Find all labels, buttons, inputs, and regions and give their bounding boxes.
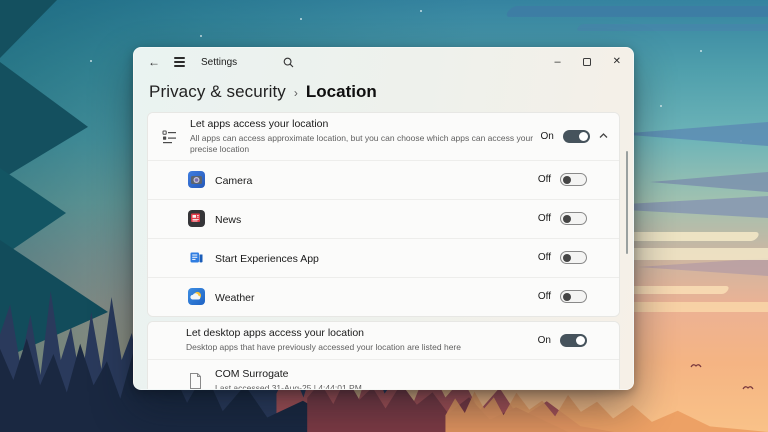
cloud-streak xyxy=(576,24,768,31)
maximize-button[interactable] xyxy=(583,58,591,66)
vertical-scrollbar[interactable] xyxy=(626,151,629,254)
page-title: Location xyxy=(306,82,377,102)
close-button[interactable]: ✕ xyxy=(613,57,621,67)
app-name: News xyxy=(215,214,241,226)
toggle-state-label: On xyxy=(540,131,553,142)
toggle-state-label: Off xyxy=(538,252,551,263)
chevron-up-icon[interactable] xyxy=(599,133,608,139)
setting-title: Let apps access your location xyxy=(190,118,540,132)
document-icon xyxy=(188,372,203,390)
app-name: Weather xyxy=(215,292,255,304)
let-apps-access-location-toggle[interactable] xyxy=(563,130,590,143)
settings-window: ← Settings – ✕ Privacy & security › Loca… xyxy=(133,47,634,390)
let-desktop-apps-access-location-row[interactable]: Let desktop apps access your location De… xyxy=(148,322,619,359)
toggle-state-label: Off xyxy=(538,291,551,302)
breadcrumb-privacy-security[interactable]: Privacy & security xyxy=(149,82,286,102)
breadcrumb-separator: › xyxy=(294,84,298,100)
app-title: Settings xyxy=(201,57,237,68)
let-apps-access-location-row[interactable]: Let apps access your location All apps c… xyxy=(148,113,619,160)
app-row-camera[interactable]: Camera Off xyxy=(148,160,619,199)
setting-title: Let desktop apps access your location xyxy=(186,327,461,341)
news-app-icon xyxy=(188,210,205,227)
camera-app-icon xyxy=(188,171,205,188)
star xyxy=(90,60,92,62)
search-icon[interactable] xyxy=(283,57,294,68)
titlebar: ← Settings – ✕ xyxy=(134,48,633,76)
app-row-start-experiences[interactable]: Start Experiences App Off xyxy=(148,238,619,277)
start-experiences-location-toggle[interactable] xyxy=(560,251,587,264)
app-row-news[interactable]: News Off xyxy=(148,199,619,238)
weather-location-toggle[interactable] xyxy=(560,290,587,303)
cloud-streak xyxy=(504,6,768,17)
minimize-button[interactable]: – xyxy=(554,57,560,68)
breadcrumb: Privacy & security › Location xyxy=(134,76,633,106)
start-experiences-app-icon xyxy=(188,249,205,266)
history-row-com-surrogate[interactable]: COM Surrogate Last accessed 31-Aug-25 | … xyxy=(148,359,619,390)
history-app-name: COM Surrogate xyxy=(215,368,362,382)
star xyxy=(700,50,702,52)
settings-content: Let apps access your location All apps c… xyxy=(134,106,633,390)
desktop-apps-location-toggle[interactable] xyxy=(560,334,587,347)
bird-icon xyxy=(742,384,754,390)
star xyxy=(300,18,302,20)
menu-icon[interactable] xyxy=(174,57,185,66)
bird-icon xyxy=(690,362,702,368)
location-apps-card: Let apps access your location All apps c… xyxy=(147,112,620,317)
history-last-accessed: Last accessed 31-Aug-25 | 4:44:01 PM xyxy=(215,383,362,390)
toggle-state-label: On xyxy=(538,335,551,346)
weather-app-icon xyxy=(188,288,205,305)
apps-list-icon xyxy=(161,128,178,145)
app-name: Camera xyxy=(215,175,252,187)
news-location-toggle[interactable] xyxy=(560,212,587,225)
desktop-apps-card: Let desktop apps access your location De… xyxy=(147,321,620,390)
toggle-state-label: Off xyxy=(538,174,551,185)
camera-location-toggle[interactable] xyxy=(560,173,587,186)
setting-description: Desktop apps that have previously access… xyxy=(186,342,461,353)
back-button[interactable]: ← xyxy=(148,56,160,68)
app-row-weather[interactable]: Weather Off xyxy=(148,277,619,316)
setting-description: All apps can access approximate location… xyxy=(190,133,540,155)
toggle-state-label: Off xyxy=(538,213,551,224)
star xyxy=(660,105,662,107)
star xyxy=(420,10,422,12)
app-name: Start Experiences App xyxy=(215,253,319,265)
star xyxy=(200,35,202,37)
